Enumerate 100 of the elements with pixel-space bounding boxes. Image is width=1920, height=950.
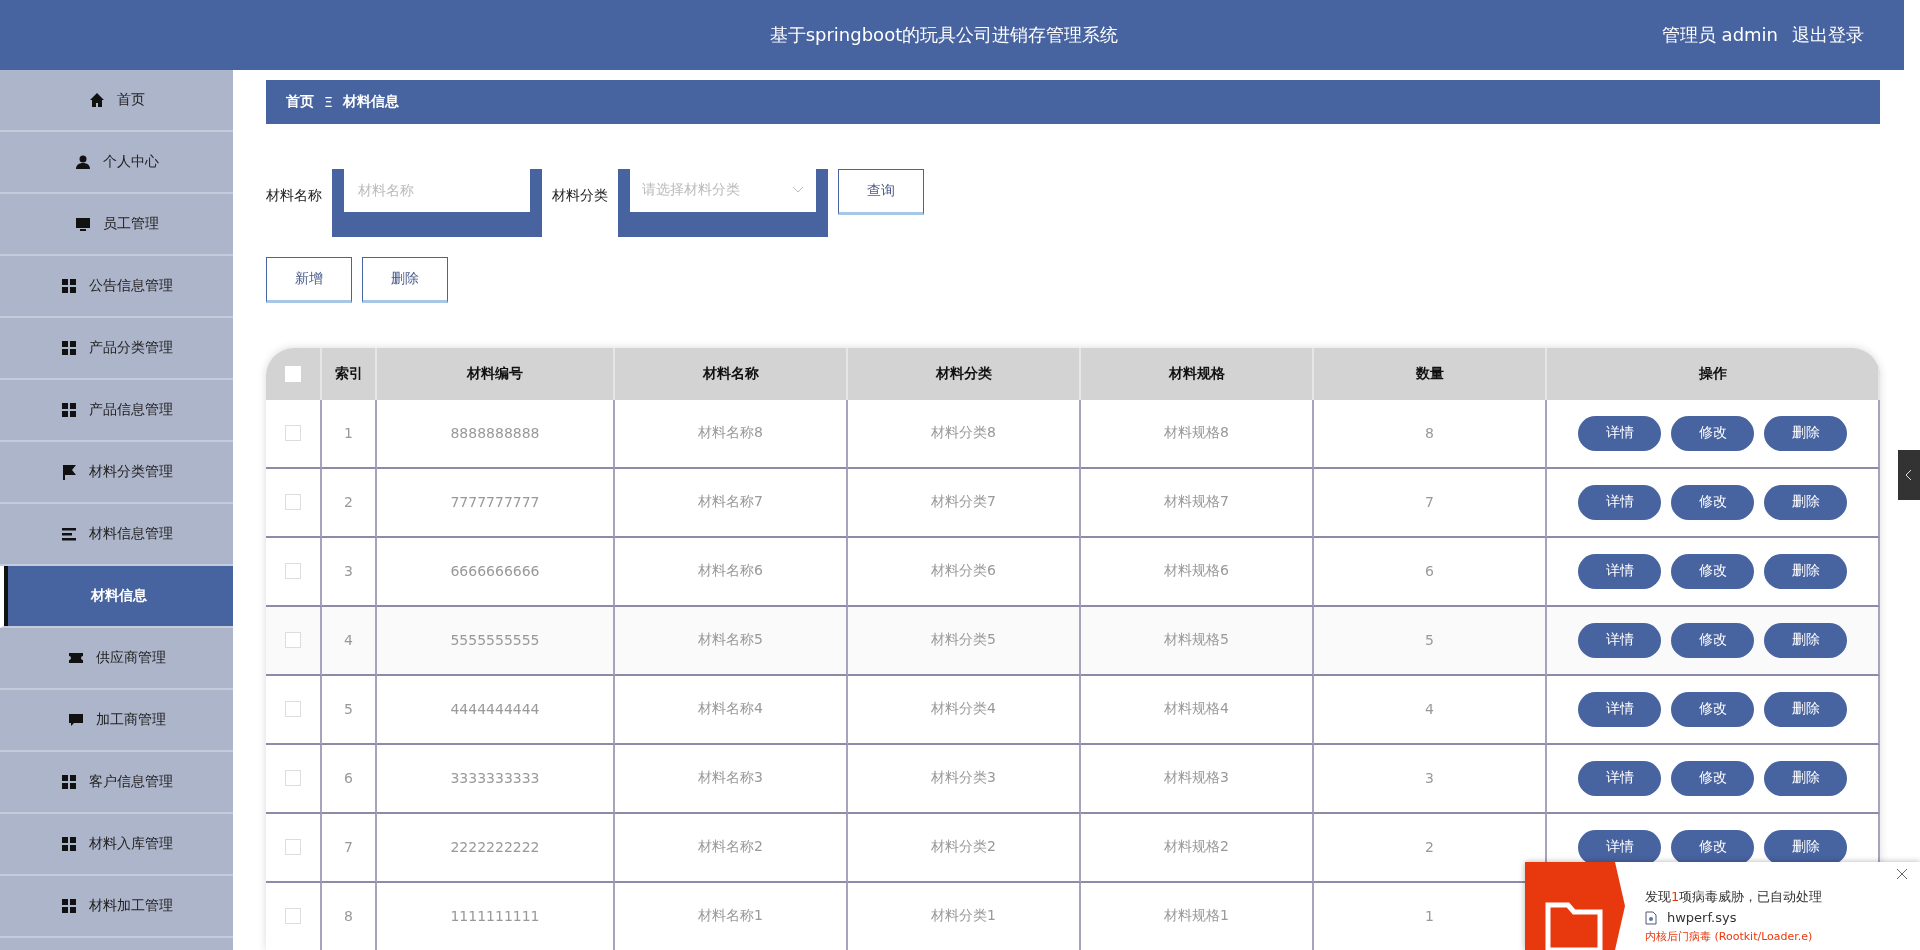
table-cell: 材料名称6 — [615, 537, 848, 607]
column-header: 材料名称 — [615, 347, 848, 400]
row-action-button[interactable]: 详情 — [1578, 691, 1661, 727]
toolbar-button[interactable]: 删除 — [362, 256, 448, 303]
row-action-button[interactable]: 详情 — [1578, 415, 1661, 451]
row-action-button[interactable]: 删除 — [1764, 415, 1847, 451]
table-cell: 8 — [1314, 399, 1547, 469]
table-cell: 材料名称8 — [615, 399, 848, 469]
row-action-button[interactable]: 详情 — [1578, 829, 1661, 865]
grid-icon — [60, 774, 77, 790]
row-checkbox[interactable] — [285, 839, 301, 856]
row-checkbox[interactable] — [285, 770, 301, 787]
row-checkbox[interactable] — [285, 908, 301, 925]
table-cell: 8888888888 — [377, 399, 615, 469]
table-cell: 材料分类5 — [848, 606, 1081, 676]
table-cell: 材料规格8 — [1081, 399, 1314, 469]
table-cell: 3 — [322, 537, 377, 607]
row-checkbox[interactable] — [285, 563, 301, 580]
sidebar-subitem[interactable]: 材料信息 — [0, 566, 233, 628]
home-icon — [88, 92, 105, 108]
table-cell: 4444444444 — [377, 675, 615, 745]
breadcrumb-current: 材料信息 — [342, 92, 399, 111]
chat-icon — [67, 712, 84, 728]
collapse-tab[interactable] — [1898, 450, 1920, 500]
row-checkbox[interactable] — [285, 425, 301, 442]
logout-link[interactable]: 退出登录 — [1792, 23, 1864, 47]
row-action-button[interactable]: 详情 — [1578, 622, 1661, 658]
row-action-button[interactable]: 详情 — [1578, 484, 1661, 520]
sidebar-item[interactable]: 产品分类管理 — [0, 318, 233, 380]
folder-icon — [1545, 902, 1603, 950]
table-cell: 材料分类1 — [848, 882, 1081, 950]
table-cell: 材料规格1 — [1081, 882, 1314, 950]
row-action-button[interactable]: 删除 — [1764, 691, 1847, 727]
row-action-button[interactable]: 详情 — [1578, 553, 1661, 589]
sidebar-item[interactable]: 产品信息管理 — [0, 380, 233, 442]
table-cell: 7 — [322, 813, 377, 883]
table-cell: 5555555555 — [377, 606, 615, 676]
breadcrumb-home[interactable]: 首页 — [286, 92, 314, 111]
sidebar-item[interactable]: 员工管理 — [0, 194, 233, 256]
row-action-button[interactable]: 删除 — [1764, 829, 1847, 865]
row-action-button[interactable]: 修改 — [1671, 829, 1754, 865]
row-action-button[interactable]: 删除 — [1764, 760, 1847, 796]
toolbar-button[interactable]: 新增 — [266, 256, 352, 303]
select-all-checkbox[interactable] — [285, 365, 301, 382]
table-cell: 7 — [1314, 468, 1547, 538]
sidebar-item[interactable]: 首页 — [0, 70, 233, 132]
row-action-button[interactable]: 修改 — [1671, 484, 1754, 520]
column-header: 数量 — [1314, 347, 1547, 400]
sidebar-item[interactable]: 材料分类管理 — [0, 442, 233, 504]
field-label: 材料分类 — [552, 186, 608, 205]
column-header: 材料编号 — [377, 347, 615, 400]
sidebar-item[interactable]: 个人中心 — [0, 132, 233, 194]
field-label: 材料名称 — [266, 186, 322, 205]
person-icon — [74, 154, 91, 170]
query-button[interactable]: 查询 — [838, 168, 924, 215]
table-cell: 材料分类2 — [848, 813, 1081, 883]
row-checkbox[interactable] — [285, 494, 301, 511]
row-action-button[interactable]: 详情 — [1578, 760, 1661, 796]
row-action-button[interactable]: 删除 — [1764, 484, 1847, 520]
search-field[interactable]: 材料名称 — [332, 168, 542, 237]
row-action-button[interactable]: 删除 — [1764, 553, 1847, 589]
row-action-button[interactable]: 修改 — [1671, 553, 1754, 589]
table-cell: 材料分类6 — [848, 537, 1081, 607]
sidebar-item[interactable]: 公告信息管理 — [0, 256, 233, 318]
close-icon[interactable] — [1896, 868, 1908, 880]
sidebar-item[interactable]: 客户信息管理 — [0, 752, 233, 814]
table-cell: 6 — [1314, 537, 1547, 607]
menu-lines-icon — [60, 526, 77, 542]
grid-icon — [60, 340, 77, 356]
row-checkbox[interactable] — [285, 632, 301, 649]
column-header: 操作 — [1547, 347, 1880, 400]
table-cell: 材料规格4 — [1081, 675, 1314, 745]
row-action-button[interactable]: 修改 — [1671, 622, 1754, 658]
app-title: 基于springboot的玩具公司进销存管理系统 — [768, 23, 1120, 47]
sidebar-item[interactable]: 供应商管理 — [0, 628, 233, 690]
table-cell: 1111111111 — [377, 882, 615, 950]
row-action-button[interactable]: 修改 — [1671, 415, 1754, 451]
table-cell: 材料分类7 — [848, 468, 1081, 538]
row-action-button[interactable]: 修改 — [1671, 691, 1754, 727]
row-checkbox[interactable] — [285, 701, 301, 718]
user-label: 管理员 admin — [1661, 23, 1778, 47]
table-cell: 6666666666 — [377, 537, 615, 607]
table-cell: 4 — [1314, 675, 1547, 745]
table-cell: 材料规格6 — [1081, 537, 1314, 607]
sidebar-item[interactable]: 材料加工管理 — [0, 876, 233, 938]
table-cell: 4 — [322, 606, 377, 676]
ticket-icon — [67, 650, 84, 666]
table-cell: 材料规格5 — [1081, 606, 1314, 676]
table-cell: 材料分类8 — [848, 399, 1081, 469]
table-cell: 1 — [322, 399, 377, 469]
chevron-down-icon — [792, 186, 804, 195]
sidebar-item[interactable]: 加工商管理 — [0, 690, 233, 752]
row-action-button[interactable]: 删除 — [1764, 622, 1847, 658]
chevron-left-icon — [1905, 469, 1913, 481]
table-cell: 材料名称2 — [615, 813, 848, 883]
table-cell: 材料分类3 — [848, 744, 1081, 814]
row-action-button[interactable]: 修改 — [1671, 760, 1754, 796]
table-cell: 7777777777 — [377, 468, 615, 538]
sidebar-item[interactable]: 材料入库管理 — [0, 814, 233, 876]
flag-icon — [60, 464, 77, 480]
